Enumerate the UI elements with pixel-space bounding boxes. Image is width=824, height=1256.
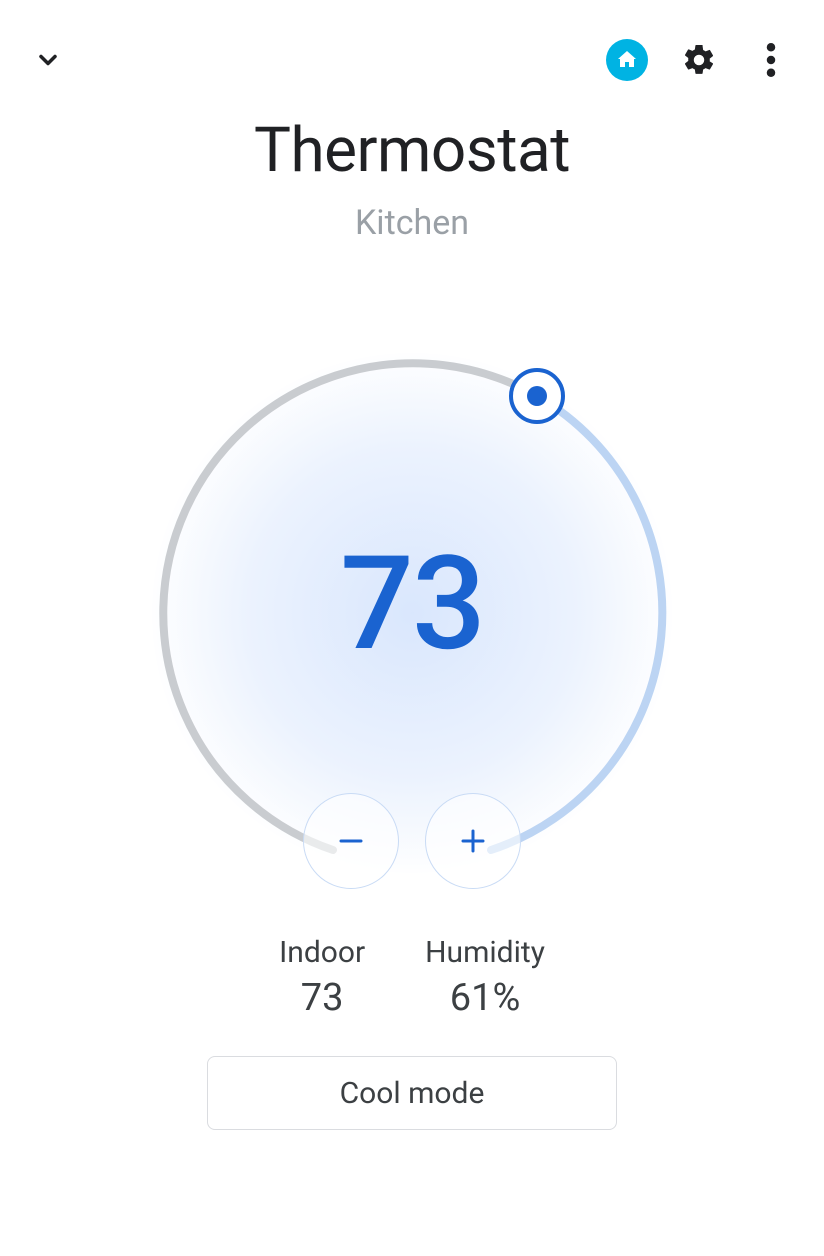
header-right	[606, 39, 792, 81]
indoor-value: 73	[279, 976, 365, 1020]
plus-icon	[453, 821, 493, 861]
room-subtitle: Kitchen	[0, 203, 824, 243]
collapse-chevron-icon[interactable]	[32, 44, 64, 76]
page-title: Thermostat	[0, 114, 824, 187]
more-vertical-icon[interactable]	[750, 39, 792, 81]
humidity-value: 61%	[425, 976, 545, 1020]
dial-handle-dot-icon	[527, 386, 547, 406]
settings-gear-icon[interactable]	[678, 39, 720, 81]
adjust-row	[142, 793, 682, 889]
header-left	[32, 44, 64, 76]
minus-icon	[331, 821, 371, 861]
indoor-stat: Indoor 73	[279, 935, 365, 1020]
dial-handle[interactable]	[509, 368, 565, 424]
mode-button[interactable]: Cool mode	[207, 1056, 617, 1130]
stats-row: Indoor 73 Humidity 61%	[0, 935, 824, 1020]
humidity-label: Humidity	[425, 935, 545, 970]
increase-temp-button[interactable]	[425, 793, 521, 889]
indoor-label: Indoor	[279, 935, 365, 970]
temperature-dial[interactable]: 73	[142, 343, 682, 883]
decrease-temp-button[interactable]	[303, 793, 399, 889]
header-bar	[0, 0, 824, 90]
title-block: Thermostat Kitchen	[0, 114, 824, 243]
humidity-stat: Humidity 61%	[425, 935, 545, 1020]
home-icon[interactable]	[606, 39, 648, 81]
